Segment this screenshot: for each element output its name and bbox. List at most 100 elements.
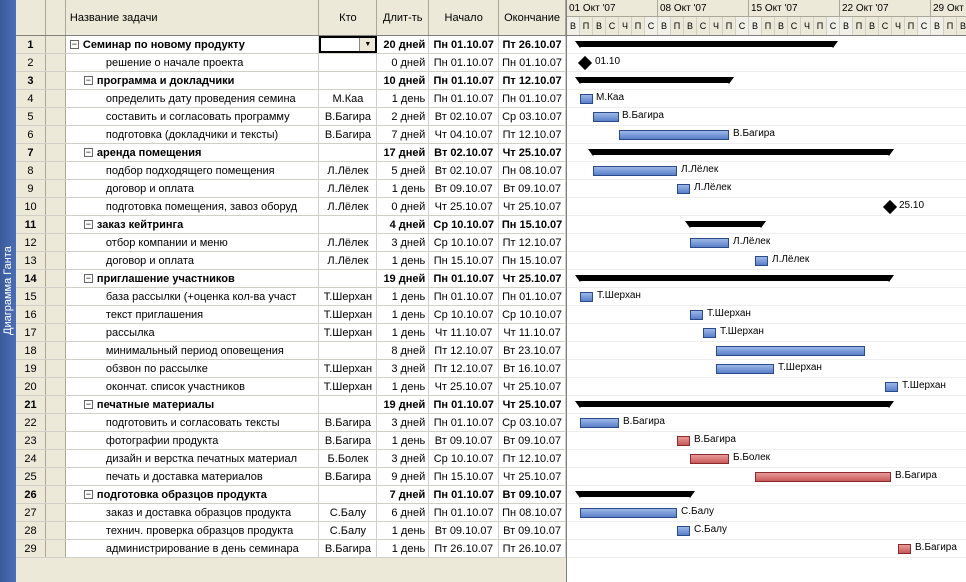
table-row[interactable]: 27заказ и доставка образцов продуктаС.Ба… <box>16 504 566 522</box>
table-row[interactable]: 8подбор подходящего помещенияЛ.Лёлек5 дн… <box>16 162 566 180</box>
task-start-cell[interactable]: Пн 01.10.07 <box>429 90 499 107</box>
row-number[interactable]: 9 <box>16 180 46 197</box>
table-row[interactable]: 13договор и оплатаЛ.Лёлек1 деньПн 15.10.… <box>16 252 566 270</box>
task-duration-cell[interactable]: 5 дней <box>377 162 429 179</box>
task-who-cell[interactable]: Л.Лёлек <box>319 162 377 179</box>
row-number[interactable]: 14 <box>16 270 46 287</box>
task-start-cell[interactable]: Пн 01.10.07 <box>429 504 499 521</box>
task-start-cell[interactable]: Ср 10.10.07 <box>429 216 499 233</box>
task-start-cell[interactable]: Пн 01.10.07 <box>429 486 499 503</box>
task-start-cell[interactable]: Вт 02.10.07 <box>429 162 499 179</box>
task-bar[interactable] <box>716 346 865 356</box>
task-start-cell[interactable]: Пн 01.10.07 <box>429 396 499 413</box>
task-bar[interactable] <box>580 94 593 104</box>
task-name-cell[interactable]: решение о начале проекта <box>66 54 320 71</box>
task-who-cell[interactable] <box>319 342 377 359</box>
task-who-cell[interactable] <box>319 72 377 89</box>
row-number[interactable]: 13 <box>16 252 46 269</box>
row-number[interactable]: 19 <box>16 360 46 377</box>
table-row[interactable]: 10подготовка помещения, завоз оборудЛ.Лё… <box>16 198 566 216</box>
task-end-cell[interactable]: Пт 12.10.07 <box>499 126 566 143</box>
task-name-cell[interactable]: определить дату проведения семина <box>66 90 320 107</box>
task-duration-cell[interactable]: 7 дней <box>377 486 429 503</box>
task-duration-cell[interactable]: 9 дней <box>377 468 429 485</box>
task-name-cell[interactable]: печать и доставка материалов <box>66 468 320 485</box>
collapse-toggle[interactable]: − <box>70 40 79 49</box>
task-duration-cell[interactable]: 1 день <box>377 378 429 395</box>
table-row[interactable]: 28технич. проверка образцов продуктаС.Ба… <box>16 522 566 540</box>
task-start-cell[interactable]: Вт 02.10.07 <box>429 144 499 161</box>
task-who-cell[interactable]: С.Балу <box>319 522 377 539</box>
row-number[interactable]: 10 <box>16 198 46 215</box>
task-start-cell[interactable]: Чт 04.10.07 <box>429 126 499 143</box>
task-duration-cell[interactable]: 3 дней <box>377 234 429 251</box>
task-end-cell[interactable]: Вт 09.10.07 <box>499 432 566 449</box>
task-who-cell[interactable]: Т.Шерхан <box>319 324 377 341</box>
row-number[interactable]: 11 <box>16 216 46 233</box>
task-who-cell[interactable] <box>319 54 377 71</box>
task-name-cell[interactable]: подготовить и согласовать тексты <box>66 414 320 431</box>
task-start-cell[interactable]: Пт 12.10.07 <box>429 342 499 359</box>
task-duration-cell[interactable]: 4 дней <box>377 216 429 233</box>
gantt-tab[interactable]: Диаграмма Ганта <box>0 0 16 582</box>
table-row[interactable]: 5составить и согласовать программуВ.Баги… <box>16 108 566 126</box>
task-duration-cell[interactable]: 1 день <box>377 522 429 539</box>
task-bar[interactable] <box>690 454 729 464</box>
task-start-cell[interactable]: Пн 01.10.07 <box>429 270 499 287</box>
task-duration-cell[interactable]: 2 дней <box>377 108 429 125</box>
task-who-cell[interactable] <box>319 216 377 233</box>
task-bar[interactable] <box>677 184 690 194</box>
task-end-cell[interactable]: Вт 23.10.07 <box>499 342 566 359</box>
row-number[interactable]: 8 <box>16 162 46 179</box>
task-end-cell[interactable]: Вт 09.10.07 <box>499 486 566 503</box>
milestone[interactable] <box>883 200 897 214</box>
task-end-cell[interactable]: Пн 01.10.07 <box>499 90 566 107</box>
summary-bar[interactable] <box>593 149 889 155</box>
task-bar[interactable] <box>677 526 690 536</box>
row-number[interactable]: 25 <box>16 468 46 485</box>
task-duration-cell[interactable]: 1 день <box>377 288 429 305</box>
task-who-cell[interactable]: В.Багира <box>319 540 377 557</box>
row-number[interactable]: 18 <box>16 342 46 359</box>
row-number[interactable]: 4 <box>16 90 46 107</box>
task-end-cell[interactable]: Чт 25.10.07 <box>499 378 566 395</box>
task-bar[interactable] <box>755 472 891 482</box>
col-indicator[interactable] <box>46 0 66 35</box>
task-bar[interactable] <box>690 310 703 320</box>
task-name-cell[interactable]: подготовка (докладчики и тексты) <box>66 126 320 143</box>
task-start-cell[interactable]: Чт 25.10.07 <box>429 198 499 215</box>
task-duration-cell[interactable]: 1 день <box>377 180 429 197</box>
task-end-cell[interactable]: Ср 03.10.07 <box>499 414 566 431</box>
task-who-cell[interactable]: Т.Шерхан <box>319 306 377 323</box>
task-bar[interactable] <box>690 238 729 248</box>
task-name-cell[interactable]: −подготовка образцов продукта <box>66 486 320 503</box>
task-start-cell[interactable]: Пт 26.10.07 <box>429 540 499 557</box>
task-start-cell[interactable]: Пн 01.10.07 <box>429 54 499 71</box>
row-number[interactable]: 28 <box>16 522 46 539</box>
task-who-cell[interactable]: Л.Лёлек <box>319 198 377 215</box>
task-name-cell[interactable]: −приглашение участников <box>66 270 320 287</box>
task-who-cell[interactable] <box>319 270 377 287</box>
task-who-cell[interactable]: В.Багира <box>319 414 377 431</box>
task-name-cell[interactable]: −заказ кейтринга <box>66 216 320 233</box>
table-row[interactable]: 29администрирование в день семинараВ.Баг… <box>16 540 566 558</box>
task-duration-cell[interactable]: 1 день <box>377 252 429 269</box>
task-bar[interactable] <box>898 544 911 554</box>
task-who-cell[interactable]: Б.Болек <box>319 450 377 467</box>
row-number[interactable]: 6 <box>16 126 46 143</box>
task-start-cell[interactable]: Пн 01.10.07 <box>429 414 499 431</box>
task-name-cell[interactable]: отбор компании и меню <box>66 234 320 251</box>
task-start-cell[interactable]: Ср 10.10.07 <box>429 234 499 251</box>
table-row[interactable]: 21−печатные материалы19 днейПн 01.10.07Ч… <box>16 396 566 414</box>
task-duration-cell[interactable]: 1 день <box>377 324 429 341</box>
task-who-cell[interactable]: В.Багира <box>319 108 377 125</box>
task-duration-cell[interactable]: 6 дней <box>377 504 429 521</box>
task-end-cell[interactable]: Пт 26.10.07 <box>499 36 566 53</box>
task-who-cell[interactable]: Л.Лёлек <box>319 180 377 197</box>
task-duration-cell[interactable]: 17 дней <box>377 144 429 161</box>
task-name-cell[interactable]: окончат. список участников <box>66 378 320 395</box>
task-end-cell[interactable]: Чт 25.10.07 <box>499 396 566 413</box>
row-number[interactable]: 5 <box>16 108 46 125</box>
task-name-cell[interactable]: фотографии продукта <box>66 432 320 449</box>
task-name-cell[interactable]: администрирование в день семинара <box>66 540 320 557</box>
